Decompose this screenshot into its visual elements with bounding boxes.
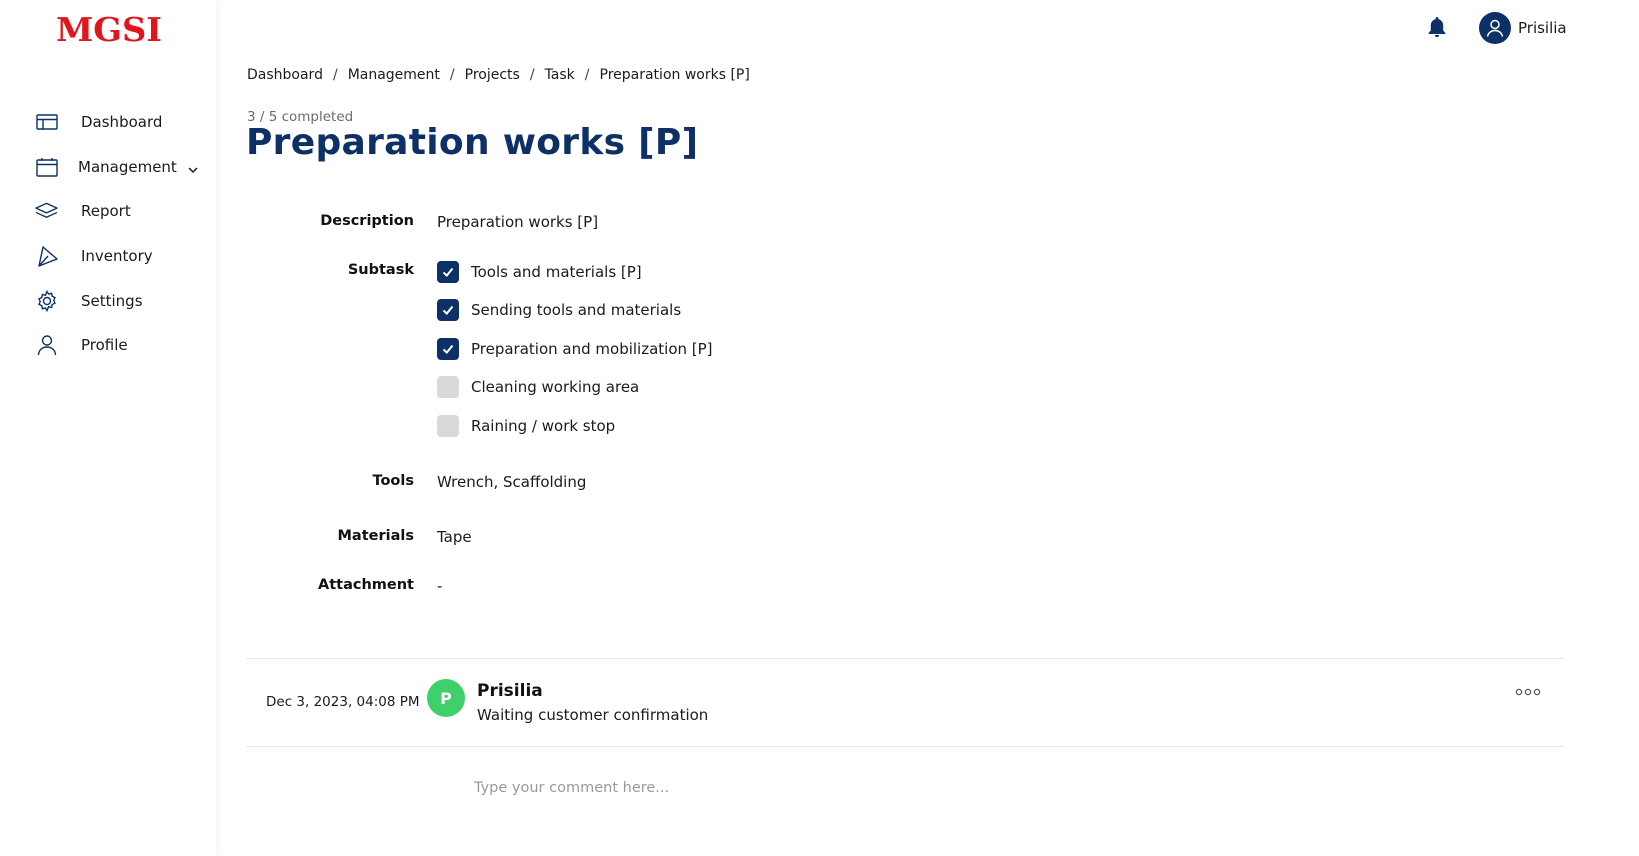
tools-label: Tools <box>372 473 415 489</box>
send-icon <box>35 245 58 268</box>
subtask-label: Tools and materials [P] <box>471 263 642 281</box>
sidebar-item-profile[interactable]: Profile <box>0 327 216 363</box>
subtask-item[interactable]: Preparation and mobilization [P] <box>437 337 713 361</box>
avatar: P <box>427 679 465 717</box>
attachment-label: Attachment <box>318 577 414 593</box>
breadcrumb-dashboard[interactable]: Dashboard <box>247 67 323 83</box>
subtask-label: Cleaning working area <box>471 378 640 396</box>
user-menu[interactable]: Prisilia <box>1479 12 1567 44</box>
sidebar: MGSI Dashboard Management Report Invento… <box>0 0 216 856</box>
checkbox-unchecked[interactable] <box>437 415 459 437</box>
subtask-item[interactable]: Raining / work stop <box>437 414 615 438</box>
sidebar-item-label: Settings <box>81 292 143 310</box>
sidebar-item-label: Report <box>81 202 131 220</box>
checkbox-unchecked[interactable] <box>437 376 459 398</box>
user-name: Prisilia <box>1518 19 1567 37</box>
chevron-down-icon <box>187 161 199 174</box>
checkbox-checked[interactable] <box>437 261 459 283</box>
more-options-icon[interactable] <box>1514 682 1542 702</box>
breadcrumb: Dashboard / Management / Projects / Task… <box>247 67 750 83</box>
brand-logo[interactable]: MGSI <box>56 10 162 49</box>
comment-input[interactable] <box>474 774 1374 802</box>
breadcrumb-separator: / <box>584 67 590 83</box>
divider <box>246 746 1564 747</box>
breadcrumb-separator: / <box>449 67 455 83</box>
checkbox-checked[interactable] <box>437 299 459 321</box>
comment-date: Dec 3, 2023, 04:08 PM <box>266 694 420 710</box>
sidebar-item-settings[interactable]: Settings <box>0 283 216 319</box>
attachment-value: - <box>437 577 443 595</box>
subtask-label: Preparation and mobilization [P] <box>471 340 713 358</box>
breadcrumb-current: Preparation works [P] <box>599 67 750 83</box>
subtask-label: Raining / work stop <box>471 417 616 435</box>
description-value: Preparation works [P] <box>437 213 599 231</box>
subtask-label: Sending tools and materials <box>471 301 682 319</box>
breadcrumb-separator: / <box>332 67 338 83</box>
tools-value: Wrench, Scaffolding <box>437 473 587 491</box>
bell-icon[interactable] <box>1425 15 1449 39</box>
subtask-item[interactable]: Tools and materials [P] <box>437 260 642 284</box>
materials-label: Materials <box>337 528 415 544</box>
divider <box>246 658 1564 659</box>
dashboard-icon <box>35 111 58 134</box>
checkbox-checked[interactable] <box>437 338 459 360</box>
sidebar-item-report[interactable]: Report <box>0 193 216 229</box>
description-label: Description <box>320 213 414 229</box>
sidebar-item-label: Profile <box>81 336 128 354</box>
subtask-item[interactable]: Cleaning working area <box>437 375 639 399</box>
sidebar-item-label: Dashboard <box>81 113 163 131</box>
breadcrumb-projects[interactable]: Projects <box>465 67 520 83</box>
comment-text: Waiting customer confirmation <box>477 706 709 724</box>
user-icon <box>35 334 58 357</box>
user-circle-icon <box>1479 12 1511 44</box>
sidebar-item-inventory[interactable]: Inventory <box>0 238 216 274</box>
layers-icon <box>35 200 58 223</box>
gear-icon <box>35 290 58 313</box>
breadcrumb-management[interactable]: Management <box>348 67 440 83</box>
sidebar-item-management[interactable]: Management <box>0 149 216 185</box>
breadcrumb-task[interactable]: Task <box>545 67 575 83</box>
sidebar-item-dashboard[interactable]: Dashboard <box>0 104 216 140</box>
subtask-item[interactable]: Sending tools and materials <box>437 298 681 322</box>
sidebar-item-label: Inventory <box>81 247 153 265</box>
calendar-icon <box>35 156 58 179</box>
materials-value: Tape <box>437 528 472 546</box>
breadcrumb-separator: / <box>529 67 535 83</box>
sidebar-item-label: Management <box>78 158 177 176</box>
comment-author: Prisilia <box>477 681 543 701</box>
subtask-label: Subtask <box>347 262 414 278</box>
page-title: Preparation works [P] <box>246 122 699 163</box>
